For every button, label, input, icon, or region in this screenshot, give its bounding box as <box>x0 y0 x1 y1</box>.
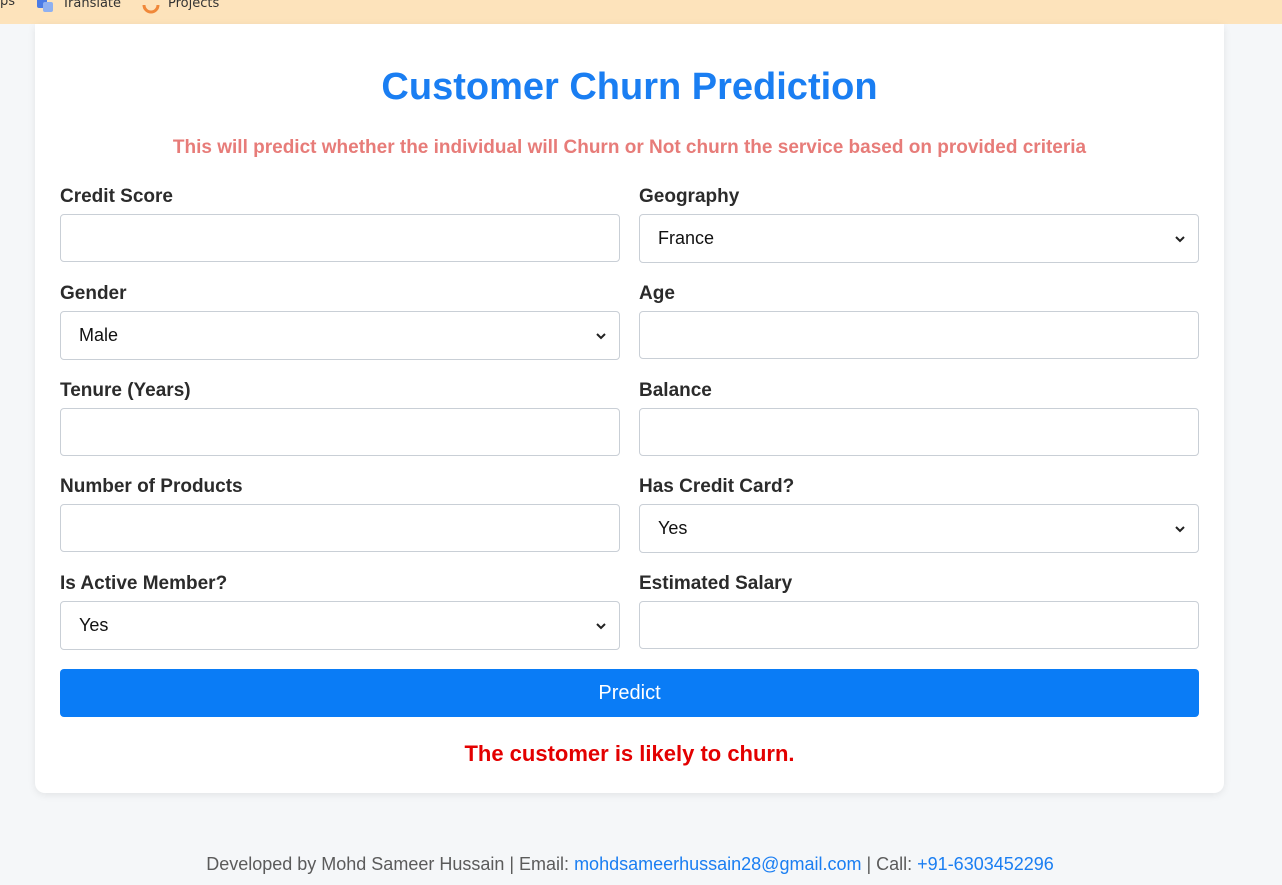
has-credit-card-value: Yes <box>658 518 688 538</box>
chevron-down-icon <box>1175 526 1185 533</box>
chevron-down-icon <box>1175 236 1185 243</box>
chevron-down-icon <box>596 623 606 630</box>
geography-value: France <box>658 228 715 248</box>
gender-label: Gender <box>60 283 127 304</box>
bookmark-apps[interactable]: ps <box>0 0 15 9</box>
chevron-down-icon <box>596 333 606 340</box>
geography-label: Geography <box>639 186 740 207</box>
is-active-member-select[interactable]: Yes <box>60 601 620 650</box>
gender-value: Male <box>79 325 119 345</box>
projects-icon <box>142 4 160 14</box>
has-credit-card-select[interactable]: Yes <box>639 504 1199 553</box>
is-active-member-value: Yes <box>79 615 109 635</box>
translate-icon <box>37 0 53 12</box>
credit-score-label: Credit Score <box>60 186 173 207</box>
bookmarks-bar: ps Translate Projects <box>0 0 1282 24</box>
footer: Developed by Mohd Sameer Hussain | Email… <box>0 854 1260 875</box>
gender-select[interactable]: Male <box>60 311 620 360</box>
bookmark-translate[interactable]: Translate <box>36 0 121 12</box>
footer-phone-link[interactable]: +91-6303452296 <box>917 854 1054 874</box>
is-active-member-label: Is Active Member? <box>60 573 228 594</box>
prediction-result: The customer is likely to churn. <box>464 741 795 766</box>
age-input[interactable] <box>639 311 1199 359</box>
page-title: Customer Churn Prediction <box>381 66 878 108</box>
footer-email-link[interactable]: mohdsameerhussain28@gmail.com <box>574 854 861 874</box>
credit-score-input[interactable] <box>60 214 620 262</box>
has-credit-card-label: Has Credit Card? <box>639 476 795 497</box>
bookmark-projects-label: Projects <box>168 0 220 11</box>
geography-select[interactable]: France <box>639 214 1199 263</box>
bookmark-projects[interactable]: Projects <box>142 0 220 14</box>
prediction-card: Customer Churn Prediction This will pred… <box>35 24 1224 793</box>
num-products-label: Number of Products <box>60 476 243 497</box>
balance-label: Balance <box>639 380 712 401</box>
estimated-salary-label: Estimated Salary <box>639 573 793 594</box>
bookmark-apps-label: ps <box>0 0 16 9</box>
predict-button[interactable]: Predict <box>60 669 1199 717</box>
footer-call-prefix: | Call: <box>861 854 918 874</box>
age-label: Age <box>639 283 675 304</box>
bookmark-translate-label: Translate <box>62 0 122 11</box>
balance-input[interactable] <box>639 408 1199 456</box>
num-products-input[interactable] <box>60 504 620 552</box>
footer-developed-by: Developed by Mohd Sameer Hussain | Email… <box>206 854 575 874</box>
estimated-salary-input[interactable] <box>639 601 1199 649</box>
tenure-label: Tenure (Years) <box>60 380 191 401</box>
page-subtitle: This will predict whether the individual… <box>172 137 1087 158</box>
tenure-input[interactable] <box>60 408 620 456</box>
